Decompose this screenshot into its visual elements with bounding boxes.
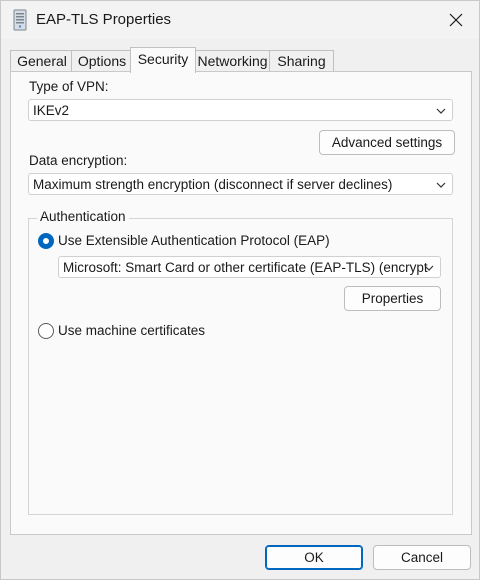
eap-radio[interactable]	[38, 233, 54, 249]
tab-sharing[interactable]: Sharing	[269, 50, 334, 72]
title-bar: EAP-TLS Properties	[1, 1, 479, 39]
network-connection-icon	[13, 9, 27, 31]
chevron-down-icon	[436, 182, 446, 188]
data-encryption-value: Maximum strength encryption (disconnect …	[33, 177, 393, 192]
window-title: EAP-TLS Properties	[36, 11, 172, 28]
data-encryption-dropdown[interactable]: Maximum strength encryption (disconnect …	[28, 173, 453, 195]
eap-method-dropdown[interactable]: Microsoft: Smart Card or other certifica…	[58, 256, 441, 278]
vpn-type-dropdown[interactable]: IKEv2	[28, 99, 453, 121]
advanced-settings-button[interactable]: Advanced settings	[319, 130, 455, 155]
machine-cert-radio-label[interactable]: Use machine certificates	[58, 323, 205, 338]
eap-method-value: Microsoft: Smart Card or other certifica…	[63, 260, 428, 275]
tab-general[interactable]: General	[10, 50, 74, 72]
security-tab-panel: Type of VPN: IKEv2 Advanced settings Dat…	[10, 71, 472, 535]
tab-security[interactable]: Security	[130, 47, 196, 73]
machine-cert-radio[interactable]	[38, 323, 54, 339]
vpn-type-label: Type of VPN:	[29, 79, 109, 94]
close-button[interactable]	[433, 1, 479, 39]
tab-networking[interactable]: Networking	[193, 50, 272, 72]
data-encryption-label: Data encryption:	[29, 153, 128, 168]
close-icon	[449, 13, 463, 27]
vpn-type-value: IKEv2	[33, 103, 70, 118]
tab-options[interactable]: Options	[71, 50, 133, 72]
eap-properties-button[interactable]: Properties	[344, 286, 441, 311]
eap-radio-label[interactable]: Use Extensible Authentication Protocol (…	[58, 233, 330, 248]
chevron-down-icon	[424, 265, 434, 271]
authentication-legend: Authentication	[37, 209, 129, 224]
cancel-button[interactable]: Cancel	[373, 545, 471, 570]
chevron-down-icon	[436, 108, 446, 114]
ok-button[interactable]: OK	[265, 545, 363, 570]
dialog-window: EAP-TLS Properties General Options Secur…	[0, 0, 480, 580]
